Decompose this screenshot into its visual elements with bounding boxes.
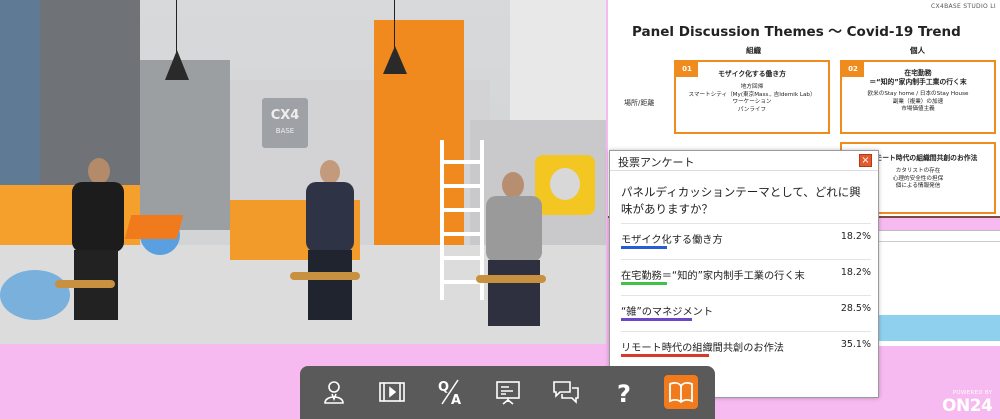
resources-book-icon (669, 382, 693, 404)
card-number: 02 (842, 62, 864, 77)
poll-option-percent: 28.5% (840, 303, 871, 314)
panelist-left (62, 158, 134, 328)
stool-right (476, 275, 546, 283)
pendant-lamp-left-shade (165, 50, 189, 80)
poll-option[interactable]: リモート時代の組織間共創のお作法 35.1% (621, 331, 871, 365)
poll-option-label: 在宅勤務＝“知的”家内制手工業の行く末 (621, 271, 805, 282)
stage-logo-bottom: BASE (275, 127, 295, 135)
on24-logo: POWERED BY ON24 (942, 390, 993, 416)
card-body: 地方回帰 スマートシティ（My(東京Mass., 吉Idemik Lab） ワー… (688, 84, 816, 113)
pendant-lamp-left (176, 0, 177, 52)
pendant-lamp-right (394, 0, 395, 50)
poll-option[interactable]: “雑”のマネジメント 28.5% (621, 295, 871, 329)
poll-option-percent: 18.2% (840, 267, 871, 278)
stage-logo-top: CX4 (270, 108, 300, 123)
svg-text:Q: Q (438, 380, 449, 395)
poll-option-bar (621, 354, 709, 357)
brand-name: ON24 (942, 396, 993, 416)
slide-title: Panel Discussion Themes 〜 Covid-19 Trend (632, 24, 961, 40)
qa-button[interactable]: Q A (433, 375, 467, 409)
slide-brand: CX4BASE STUDIO LI (931, 3, 996, 10)
poll-header[interactable]: 投票アンケート × (610, 151, 878, 171)
speaker-bio-icon (324, 381, 344, 404)
row-head-place: 場所/距離 (624, 99, 655, 107)
slides-button[interactable] (491, 375, 525, 409)
theme-card-01: 01 モザイク化する働き方 地方回帰 スマートシティ（My(東京Mass., 吉… (674, 60, 830, 134)
poll-title: 投票アンケート (618, 156, 695, 169)
poll-option-bar (621, 246, 667, 249)
help-button[interactable]: ? (607, 375, 641, 409)
secondary-panel (878, 230, 1000, 346)
close-icon[interactable]: × (859, 154, 872, 167)
panelist-center (300, 160, 360, 325)
chat-button[interactable] (549, 375, 583, 409)
poll-option-label: リモート時代の組織間共創のお作法 (621, 343, 784, 354)
media-player-button[interactable] (375, 375, 409, 409)
poll-option[interactable]: モザイク化する働き方 18.2% (621, 223, 871, 257)
col-head-ind: 個人 (910, 46, 925, 55)
qa-icon: Q A (438, 379, 461, 406)
media-player-icon (379, 382, 405, 402)
stage-video[interactable]: CX4 BASE (0, 0, 606, 344)
stool-left (55, 280, 115, 288)
poll-option-percent: 18.2% (840, 231, 871, 242)
card-title: 在宅勤務 ＝“知的”家内制手工業の行く末 (869, 69, 967, 87)
panel-blue-band (878, 315, 1000, 341)
slides-icon (496, 381, 520, 405)
poll-option-label: “雑”のマネジメント (621, 307, 714, 318)
poll-option-percent: 35.1% (840, 339, 871, 350)
stage-logo: CX4 BASE (262, 98, 308, 148)
resources-button[interactable] (664, 375, 698, 409)
poll-option[interactable]: 在宅勤務＝“知的”家内制手工業の行く末 18.2% (621, 259, 871, 293)
svg-text:A: A (451, 393, 461, 406)
theme-card-02: 02 在宅勤務 ＝“知的”家内制手工業の行く末 欧米のStay home / 日… (840, 60, 996, 134)
toolbar: Q A ? (300, 366, 715, 419)
poll-option-bar (621, 318, 692, 321)
speaker-bio-button[interactable] (317, 375, 351, 409)
poll-window[interactable]: 投票アンケート × パネルディカッションテーマとして、どれに興味がありますか？ … (609, 150, 879, 398)
col-head-org: 組織 (746, 46, 761, 55)
card-body: 欧米のStay home / 日本のStay House 副業（複業）の加速 市… (867, 91, 969, 113)
chat-icon (553, 381, 579, 404)
laptop (124, 215, 184, 239)
poll-question: パネルディカッションテーマとして、どれに興味がありますか？ (621, 185, 861, 216)
panel-divider (878, 241, 1000, 242)
card-title: モザイク化する働き方 (718, 70, 786, 78)
panelist-right (478, 172, 550, 332)
help-icon: ? (617, 380, 631, 406)
pendant-lamp-right-shade (383, 46, 407, 74)
bg-wall-gray (140, 60, 230, 230)
poll-option-label: モザイク化する働き方 (621, 235, 723, 246)
svg-text:?: ? (617, 380, 631, 406)
bg-yellow-hole (550, 168, 580, 200)
stool-center (290, 272, 360, 280)
bg-blue-floor (0, 270, 70, 320)
poll-option-bar (621, 282, 667, 285)
card-number: 01 (676, 62, 698, 77)
